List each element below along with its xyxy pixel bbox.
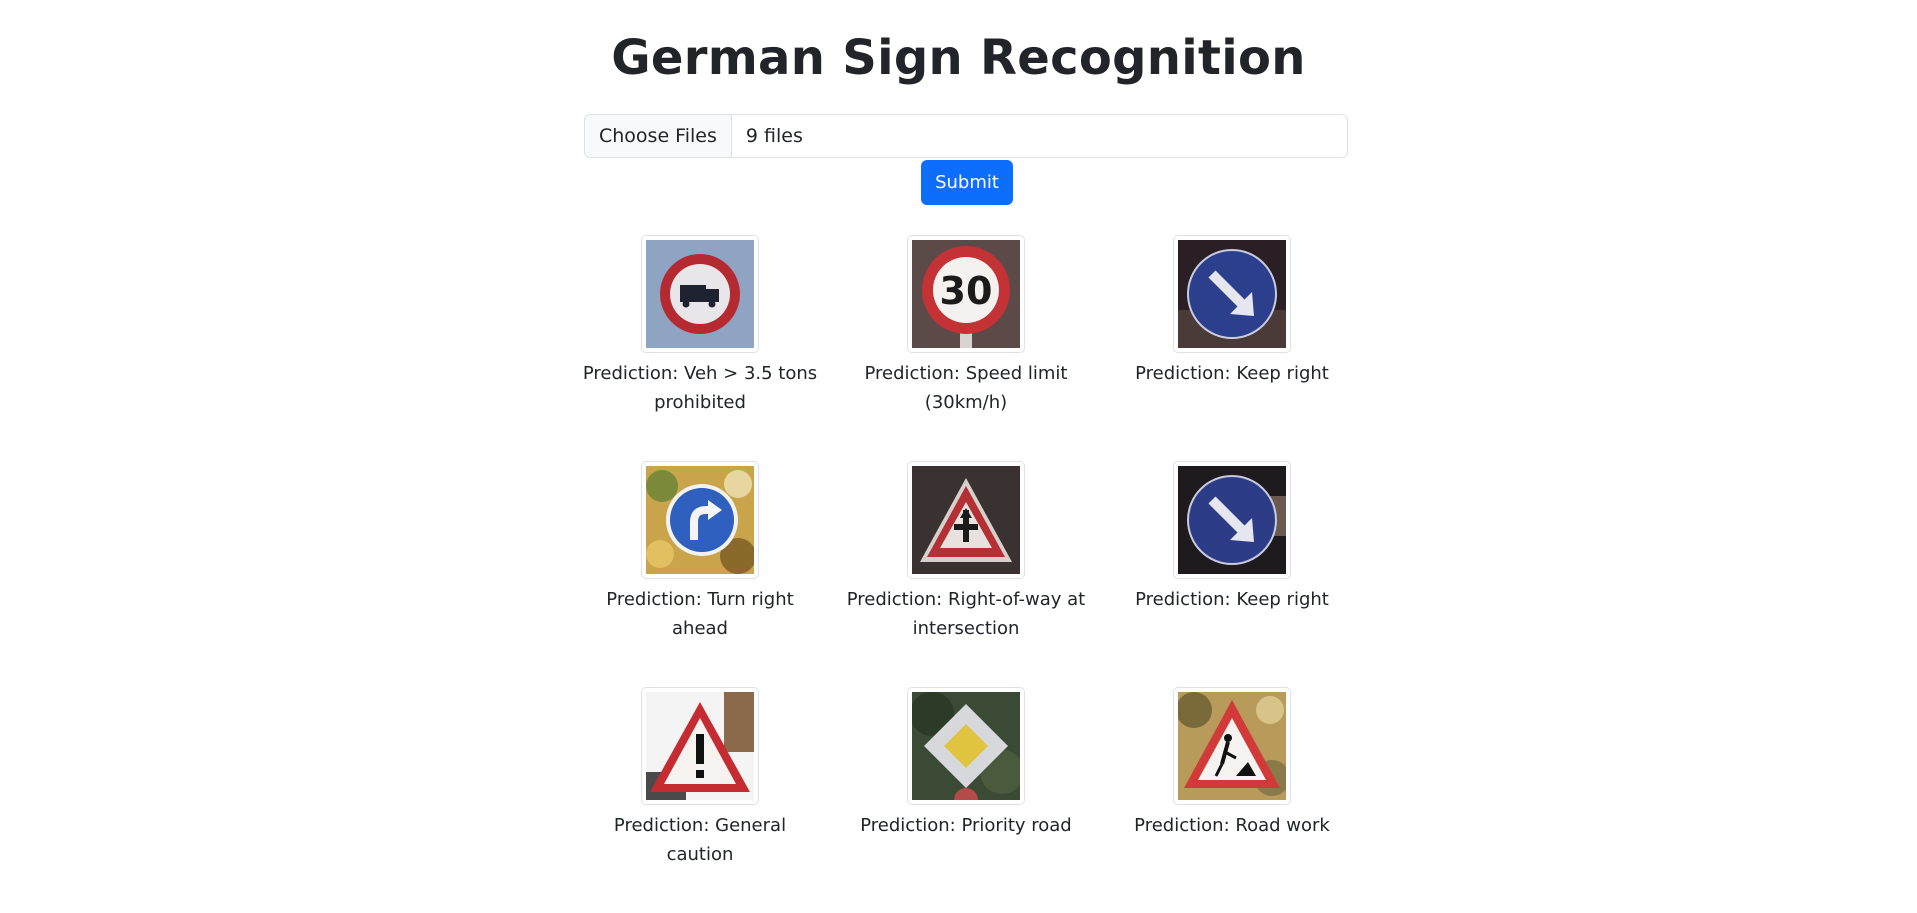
prediction-label: Prediction: Priority road <box>860 815 1072 836</box>
prediction-label: Prediction: Keep right <box>1135 363 1329 384</box>
prediction-label: Prediction: Turn right ahead <box>606 589 794 639</box>
keep-right-sign-icon <box>1173 235 1291 353</box>
prediction-label: Prediction: Keep right <box>1135 589 1329 610</box>
result-card: Prediction: Keep right <box>1099 235 1365 461</box>
prediction-label: Prediction: Speed limit (30km/h) <box>864 363 1068 413</box>
result-card: 30 Prediction: Speed limit (30km/h) <box>833 235 1099 461</box>
prediction-label: Prediction: Right-of-way at intersection <box>846 589 1086 639</box>
page-title: German Sign Recognition <box>611 30 1306 86</box>
keep-right-sign-icon <box>1173 461 1291 579</box>
result-card: Prediction: Keep right <box>1099 461 1365 687</box>
selected-files-label: 9 files <box>745 125 803 147</box>
right-of-way-sign-icon <box>907 461 1025 579</box>
result-card: Prediction: Right-of-way at intersection <box>833 461 1099 687</box>
road-work-sign-icon <box>1173 687 1291 805</box>
turn-right-ahead-sign-icon <box>641 461 759 579</box>
page: German Sign Recognition Choose Files 9 f… <box>0 0 1917 913</box>
svg-text:30: 30 <box>940 269 993 313</box>
priority-road-sign-icon <box>907 687 1025 805</box>
submit-button[interactable]: Submit <box>921 160 1013 205</box>
result-card: Prediction: Priority road <box>833 687 1099 913</box>
choose-files-button[interactable]: Choose Files <box>585 115 732 157</box>
result-card: Prediction: Road work <box>1099 687 1365 913</box>
prediction-label: Prediction: Road work <box>1134 815 1330 836</box>
file-input[interactable]: Choose Files 9 files <box>584 114 1348 158</box>
results-grid: Prediction: Veh > 3.5 tons prohibited 30… <box>567 235 1365 913</box>
result-card: Prediction: General caution <box>567 687 833 913</box>
general-caution-sign-icon <box>641 687 759 805</box>
speed-limit-30-sign-icon: 30 <box>907 235 1025 353</box>
result-card: Prediction: Turn right ahead <box>567 461 833 687</box>
prediction-label: Prediction: General caution <box>613 815 787 865</box>
result-card: Prediction: Veh > 3.5 tons prohibited <box>567 235 833 461</box>
truck-prohibited-sign-icon <box>641 235 759 353</box>
prediction-label: Prediction: Veh > 3.5 tons prohibited <box>582 363 818 413</box>
